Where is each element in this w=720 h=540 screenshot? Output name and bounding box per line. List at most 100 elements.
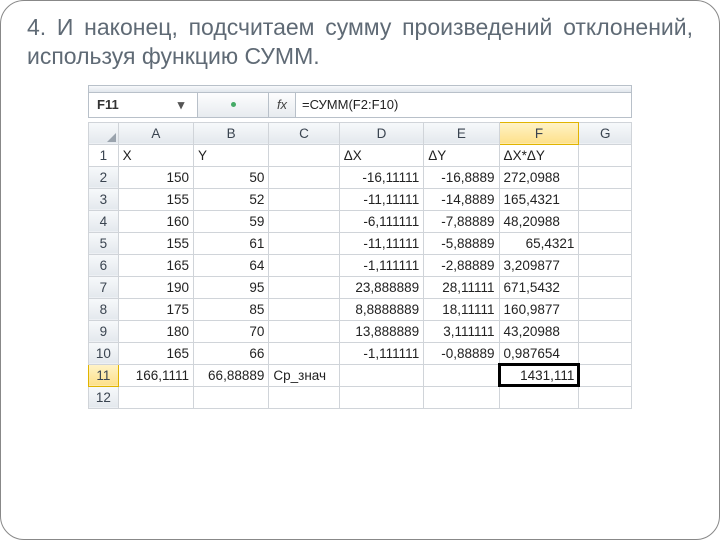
row-header[interactable]: 4 <box>89 210 119 232</box>
col-header-D[interactable]: D <box>339 122 423 144</box>
row-header[interactable]: 8 <box>89 298 119 320</box>
cell[interactable] <box>269 166 339 188</box>
cell[interactable] <box>269 188 339 210</box>
cell[interactable]: ΔX <box>339 144 423 166</box>
cell[interactable]: 180 <box>118 320 193 342</box>
cell[interactable] <box>579 342 632 364</box>
cell[interactable] <box>269 144 339 166</box>
cell[interactable]: -11,11111 <box>339 232 423 254</box>
cell[interactable]: 18,11111 <box>424 298 499 320</box>
cell[interactable]: -0,88889 <box>424 342 499 364</box>
cell[interactable] <box>269 298 339 320</box>
cell[interactable]: 70 <box>194 320 269 342</box>
cell-grid[interactable]: A B C D E F G 1 X Y ΔX ΔY ΔX*ΔY 215050-1… <box>88 122 632 409</box>
cell[interactable] <box>579 276 632 298</box>
cell[interactable] <box>424 386 499 408</box>
row-header[interactable]: 12 <box>89 386 119 408</box>
cell[interactable]: 59 <box>194 210 269 232</box>
select-all-corner[interactable] <box>89 122 119 144</box>
row-header[interactable]: 10 <box>89 342 119 364</box>
cell[interactable]: 175 <box>118 298 193 320</box>
cell[interactable]: ΔX*ΔY <box>499 144 579 166</box>
cell[interactable]: 23,888889 <box>339 276 423 298</box>
cell[interactable]: 65,4321 <box>499 232 579 254</box>
col-header-A[interactable]: A <box>118 122 193 144</box>
selected-cell[interactable]: 1431,111 <box>499 364 579 386</box>
row-header[interactable]: 11 <box>89 364 119 386</box>
cell[interactable]: 3,209877 <box>499 254 579 276</box>
cell[interactable]: 85 <box>194 298 269 320</box>
cell[interactable] <box>579 144 632 166</box>
cell[interactable]: 3,111111 <box>424 320 499 342</box>
cell[interactable]: 43,20988 <box>499 320 579 342</box>
row-header[interactable]: 5 <box>89 232 119 254</box>
cell[interactable]: 166,1111 <box>118 364 193 386</box>
cell[interactable] <box>194 386 269 408</box>
cell[interactable]: X <box>118 144 193 166</box>
cell[interactable]: 61 <box>194 232 269 254</box>
formula-input[interactable]: =СУММ(F2:F10) <box>296 93 631 117</box>
cell[interactable] <box>269 386 339 408</box>
cell[interactable]: -7,88889 <box>424 210 499 232</box>
cell[interactable]: 50 <box>194 166 269 188</box>
cell[interactable]: -14,8889 <box>424 188 499 210</box>
cell[interactable]: 165,4321 <box>499 188 579 210</box>
row-header[interactable]: 1 <box>89 144 119 166</box>
cell[interactable]: 0,987654 <box>499 342 579 364</box>
name-box[interactable]: F11 ▾ <box>89 93 198 117</box>
cell[interactable]: -6,111111 <box>339 210 423 232</box>
cell[interactable]: -1,111111 <box>339 254 423 276</box>
cell[interactable]: 8,8888889 <box>339 298 423 320</box>
cell[interactable] <box>118 386 193 408</box>
cell[interactable]: 95 <box>194 276 269 298</box>
col-header-F[interactable]: F <box>499 122 579 144</box>
cell[interactable]: 165 <box>118 342 193 364</box>
col-header-G[interactable]: G <box>579 122 632 144</box>
cell[interactable] <box>269 320 339 342</box>
cell[interactable]: -2,88889 <box>424 254 499 276</box>
cell[interactable] <box>579 166 632 188</box>
cell[interactable] <box>269 232 339 254</box>
row-header[interactable]: 3 <box>89 188 119 210</box>
cell[interactable]: Ср_знач <box>269 364 339 386</box>
cell[interactable] <box>579 254 632 276</box>
cell[interactable]: 190 <box>118 276 193 298</box>
cell[interactable] <box>579 210 632 232</box>
cell[interactable]: 66 <box>194 342 269 364</box>
cell[interactable]: Y <box>194 144 269 166</box>
cell[interactable]: 150 <box>118 166 193 188</box>
cell[interactable]: 165 <box>118 254 193 276</box>
cell[interactable]: -11,11111 <box>339 188 423 210</box>
name-box-dropdown-icon[interactable]: ▾ <box>173 97 189 113</box>
cell[interactable]: 28,11111 <box>424 276 499 298</box>
cell[interactable] <box>579 298 632 320</box>
row-header[interactable]: 9 <box>89 320 119 342</box>
cell[interactable]: 48,20988 <box>499 210 579 232</box>
cell[interactable] <box>269 254 339 276</box>
cell[interactable] <box>579 188 632 210</box>
cell[interactable]: ΔY <box>424 144 499 166</box>
cell[interactable] <box>499 386 579 408</box>
cell[interactable]: 66,88889 <box>194 364 269 386</box>
cell[interactable] <box>269 210 339 232</box>
row-header[interactable]: 2 <box>89 166 119 188</box>
row-header[interactable]: 6 <box>89 254 119 276</box>
cell[interactable]: 52 <box>194 188 269 210</box>
cell[interactable] <box>579 364 632 386</box>
cell[interactable]: 160,9877 <box>499 298 579 320</box>
row-header[interactable]: 7 <box>89 276 119 298</box>
col-header-C[interactable]: C <box>269 122 339 144</box>
cell[interactable]: -1,111111 <box>339 342 423 364</box>
cell[interactable] <box>269 276 339 298</box>
cell[interactable] <box>579 320 632 342</box>
cell[interactable] <box>579 386 632 408</box>
cell[interactable] <box>579 232 632 254</box>
cell[interactable]: 155 <box>118 232 193 254</box>
cell[interactable]: 272,0988 <box>499 166 579 188</box>
cell[interactable]: 160 <box>118 210 193 232</box>
cell[interactable]: -16,11111 <box>339 166 423 188</box>
cell[interactable]: -16,8889 <box>424 166 499 188</box>
fx-button[interactable]: fx <box>269 93 296 117</box>
cell[interactable]: 64 <box>194 254 269 276</box>
cell[interactable] <box>339 386 423 408</box>
